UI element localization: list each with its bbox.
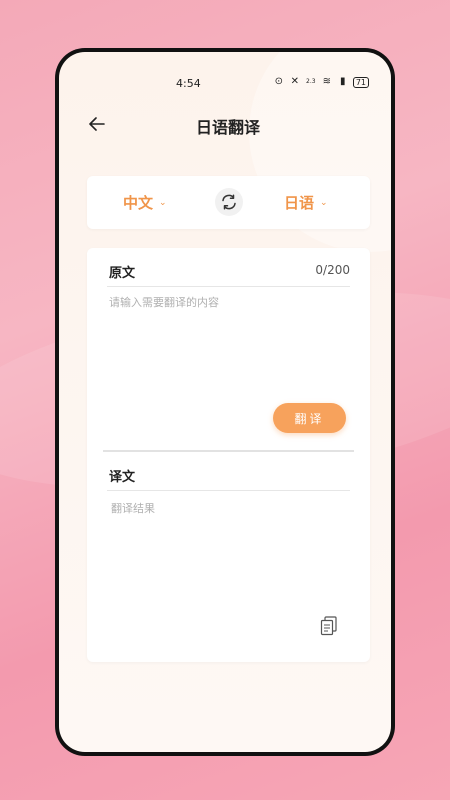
phone-frame: 4:54 ⊙ ✕ 2.3 ≋ ▮ 71 日语翻译 中文 ⌄ 日语 ⌄ 原文 0/… [55, 48, 395, 756]
translate-button[interactable]: 翻译 [273, 403, 346, 433]
swap-languages-button[interactable] [215, 188, 243, 216]
page-title: 日语翻译 [196, 118, 261, 137]
result-underline [107, 490, 350, 491]
language-selector: 中文 ⌄ 日语 ⌄ [87, 176, 370, 229]
network-speed: 2.3 [306, 78, 316, 85]
status-bar: 4:54 ⊙ ✕ 2.3 ≋ ▮ 71 [59, 74, 391, 94]
copy-button[interactable] [320, 616, 338, 636]
chevron-down-icon: ⌄ [320, 197, 328, 208]
result-label: 译文 [109, 470, 136, 485]
arrow-left-icon [89, 117, 105, 131]
sim-icon: ▮ [340, 76, 346, 87]
translation-card: 原文 0/200 翻译 译文 翻译结果 [87, 248, 370, 662]
header: 日语翻译 [59, 110, 391, 140]
source-language-button[interactable]: 中文 ⌄ [123, 192, 167, 213]
target-language-button[interactable]: 日语 ⌄ [284, 192, 328, 213]
app-screen: 4:54 ⊙ ✕ 2.3 ≋ ▮ 71 日语翻译 中文 ⌄ 日语 ⌄ 原文 0/… [59, 52, 391, 752]
wifi-icon: ≋ [322, 76, 331, 87]
result-placeholder: 翻译结果 [111, 502, 155, 515]
back-button[interactable] [85, 112, 109, 136]
alarm-icon: ⊙ [274, 76, 283, 87]
section-divider [103, 450, 354, 452]
target-language-label: 日语 [284, 194, 315, 212]
chevron-down-icon: ⌄ [159, 197, 167, 208]
char-counter: 0/200 [315, 263, 350, 277]
source-underline [107, 286, 350, 287]
source-language-label: 中文 [123, 194, 154, 212]
swap-icon [222, 194, 236, 210]
copy-icon [320, 616, 337, 636]
status-icons: ⊙ ✕ 2.3 ≋ ▮ 71 [273, 76, 369, 88]
source-input[interactable] [107, 292, 354, 396]
source-label: 原文 [109, 266, 136, 281]
status-time: 4:54 [176, 77, 201, 90]
mute-icon: ✕ [290, 76, 299, 87]
battery-icon: 71 [352, 76, 369, 88]
